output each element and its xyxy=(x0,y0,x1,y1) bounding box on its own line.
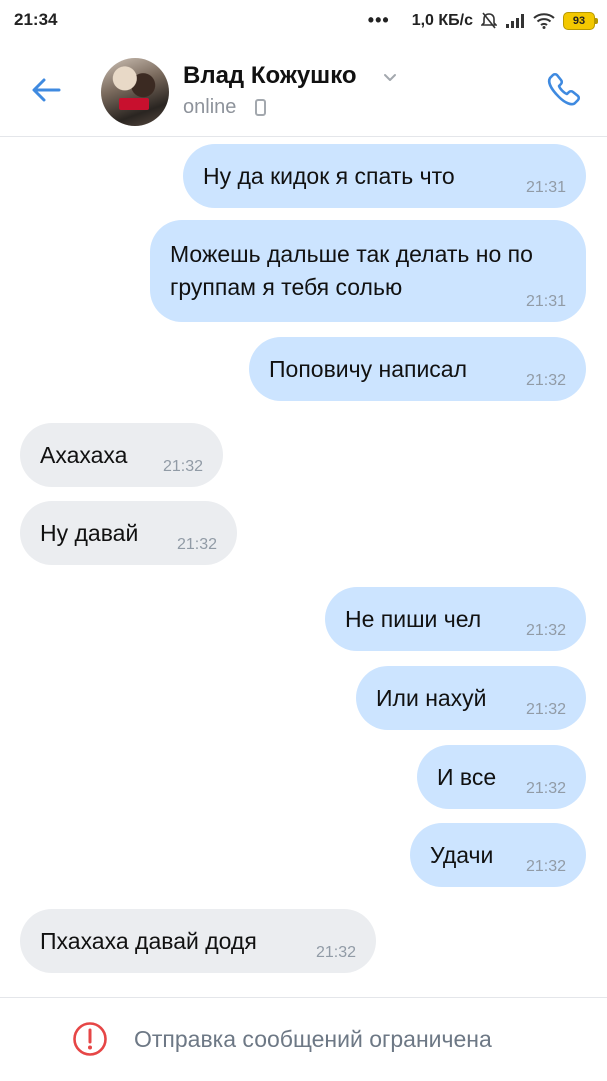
wifi-icon xyxy=(533,12,555,29)
battery-icon: 93 xyxy=(563,11,598,30)
message-time: 21:32 xyxy=(525,701,566,718)
avatar[interactable] xyxy=(101,58,169,126)
network-speed: 1,0 КБ/с xyxy=(411,11,473,29)
mobile-phone-icon xyxy=(255,99,266,116)
message-bubble-outgoing[interactable]: Или нахуй 21:32 xyxy=(356,666,586,730)
message-text: Не пиши чел xyxy=(345,605,482,632)
message-time: 21:32 xyxy=(315,944,356,961)
restriction-notice: Отправка сообщений ограничена xyxy=(134,1026,492,1052)
message-bubble-outgoing[interactable]: Не пиши чел 21:32 xyxy=(325,587,586,651)
message-text: Ахахаха xyxy=(40,441,128,468)
mute-bell-icon xyxy=(481,12,497,28)
contact-name[interactable]: Влад Кожушко xyxy=(183,62,357,90)
arrow-left-icon[interactable] xyxy=(26,70,66,110)
message-time: 21:32 xyxy=(525,858,566,875)
message-time: 21:32 xyxy=(525,372,566,389)
message-bubble-incoming[interactable]: Пхахаха давай додя 21:32 xyxy=(20,909,376,973)
message-time: 21:31 xyxy=(525,179,566,196)
message-bubble-incoming[interactable]: Ну давай 21:32 xyxy=(20,501,237,565)
chat-header: Влад Кожушко online xyxy=(0,44,607,137)
message-time: 21:32 xyxy=(525,622,566,639)
message-time: 21:31 xyxy=(525,293,566,310)
notification-dots: ••• xyxy=(367,10,390,30)
message-text: Ну давай xyxy=(40,519,139,546)
message-text: И все xyxy=(437,763,497,790)
chevron-down-icon[interactable] xyxy=(381,68,399,86)
contact-status: online xyxy=(183,96,237,118)
message-time: 21:32 xyxy=(176,536,217,553)
message-bubble-incoming[interactable]: Ахахаха 21:32 xyxy=(20,423,223,487)
message-text: Можешь дальше так делать но по группам я… xyxy=(170,241,533,300)
message-bubble-outgoing[interactable]: Удачи 21:32 xyxy=(410,823,586,887)
status-bar: 21:34 ••• 1,0 КБ/с 93 xyxy=(0,0,607,44)
message-text: Удачи xyxy=(430,841,494,868)
message-bubble-outgoing[interactable]: Ну да кидок я спать что 21:31 xyxy=(183,144,586,208)
status-time: 21:34 xyxy=(14,10,58,29)
message-bubble-outgoing[interactable]: Можешь дальше так делать но по группам я… xyxy=(150,220,586,322)
phone-icon[interactable] xyxy=(540,68,584,112)
message-bubble-outgoing[interactable]: Поповичу написал 21:32 xyxy=(249,337,586,401)
composer-restricted-bar: Отправка сообщений ограничена xyxy=(0,997,607,1081)
message-list[interactable]: Ну да кидок я спать что 21:31 Можешь дал… xyxy=(0,137,607,997)
signal-icon xyxy=(506,13,524,28)
message-time: 21:32 xyxy=(525,780,566,797)
exclamation-circle-icon xyxy=(73,1022,107,1056)
message-text: Или нахуй xyxy=(376,684,487,711)
message-time: 21:32 xyxy=(162,458,203,475)
message-text: Поповичу написал xyxy=(269,355,468,382)
message-bubble-outgoing[interactable]: И все 21:32 xyxy=(417,745,586,809)
message-text: Ну да кидок я спать что xyxy=(203,162,455,189)
status-indicators: ••• 1,0 КБ/с 93 xyxy=(367,10,598,31)
message-text: Пхахаха давай додя xyxy=(40,927,257,954)
